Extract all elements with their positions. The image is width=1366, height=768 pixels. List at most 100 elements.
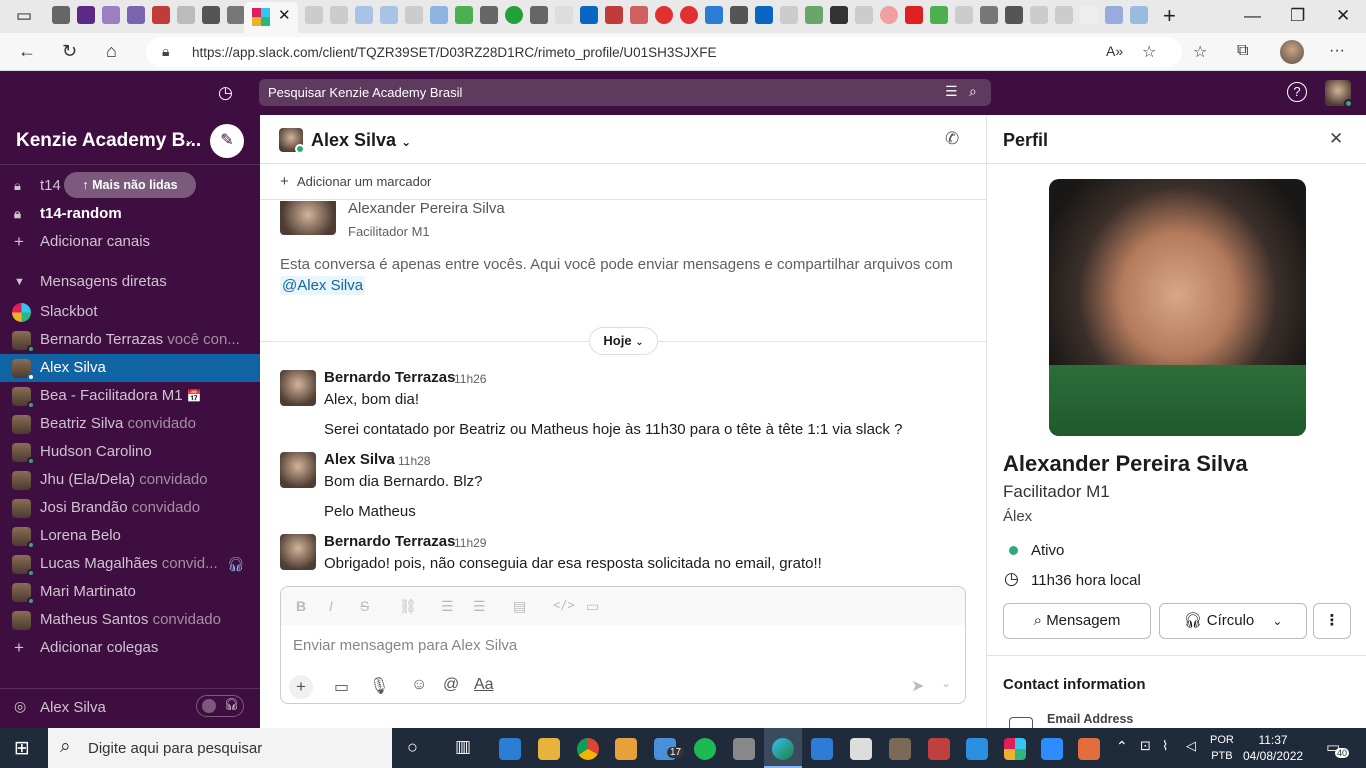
sidebar-item-t14-random[interactable]: 🔒︎ t14-random <box>0 200 260 228</box>
tray-wifi-icon[interactable]: ⌇ <box>1162 738 1168 754</box>
tab-favicon[interactable] <box>1055 6 1073 24</box>
tab-favicon[interactable] <box>127 6 145 24</box>
tab-favicon[interactable] <box>1005 6 1023 24</box>
cortana-icon[interactable]: ○ <box>407 737 418 758</box>
tab-favicon[interactable] <box>405 6 423 24</box>
tab-favicon[interactable] <box>227 6 245 24</box>
message-author[interactable]: Bernardo Terrazas <box>324 369 455 386</box>
language-indicator[interactable]: POR PTB <box>1210 732 1234 764</box>
add-favorite-icon[interactable]: ☆ <box>1142 42 1156 62</box>
dm-item[interactable]: Hudson Carolino <box>0 438 260 466</box>
search-input[interactable]: Pesquisar Kenzie Academy Brasil ☰ ⌕ <box>259 79 991 106</box>
emoji-icon[interactable]: ☺ <box>411 676 427 694</box>
collections-icon[interactable]: ⧉ <box>1237 42 1248 60</box>
strikethrough-icon[interactable]: S <box>360 598 369 614</box>
tab-favicon[interactable] <box>705 6 723 24</box>
tab-favicon[interactable] <box>430 6 448 24</box>
dm-item[interactable]: Matheus Santos convidado <box>0 606 260 634</box>
restore-icon[interactable]: ❐ <box>1290 4 1305 28</box>
tab-favicon[interactable] <box>102 6 120 24</box>
close-tab-icon[interactable]: ✕ <box>278 6 291 24</box>
plus-icon[interactable]: + <box>289 675 313 699</box>
close-icon[interactable]: ✕ <box>1329 129 1343 149</box>
more-actions-button[interactable]: ⋮ <box>1313 603 1351 639</box>
new-tab-icon[interactable]: + <box>1163 4 1176 28</box>
more-menu-icon[interactable]: ··· <box>1329 42 1345 60</box>
huddle-toggle[interactable]: 🎧︎ <box>196 695 244 717</box>
tab-favicon[interactable] <box>1105 6 1123 24</box>
chevron-down-icon[interactable]: ⌄ <box>184 132 195 148</box>
italic-icon[interactable]: I <box>329 598 333 614</box>
tab-favicon[interactable] <box>77 6 95 24</box>
tab-favicon[interactable] <box>855 6 873 24</box>
avatar[interactable] <box>280 534 316 570</box>
tab-favicon[interactable] <box>455 6 473 24</box>
tab-favicon[interactable] <box>152 6 170 24</box>
bullet-list-icon[interactable]: ☰ <box>473 598 486 615</box>
tab-favicon[interactable] <box>605 6 623 24</box>
calculator-icon[interactable] <box>733 738 755 760</box>
message-time[interactable]: 11h28 <box>398 454 430 468</box>
channel-title[interactable]: Alex Silva ⌄ <box>311 130 411 151</box>
filter-icon[interactable]: ☰ <box>945 83 958 100</box>
app-icon[interactable] <box>889 738 911 760</box>
active-tab[interactable]: ✕ <box>244 2 298 33</box>
read-aloud-icon[interactable]: A» <box>1106 43 1123 59</box>
edge-icon[interactable] <box>772 738 794 760</box>
message-composer[interactable]: B I S ⛓︎ ☰ ☰ ▤ </> ▭ Enviar mensagem par… <box>280 586 966 704</box>
tab-favicon[interactable] <box>330 6 348 24</box>
user-mention[interactable]: @Alex Silva <box>280 276 366 295</box>
message-author[interactable]: Bernardo Terrazas <box>324 533 455 550</box>
more-unread-button[interactable]: ↑ Mais não lidas <box>64 172 196 198</box>
date-divider-button[interactable]: Hoje ⌄ <box>589 327 658 355</box>
dm-item[interactable]: Slackbot <box>0 298 260 326</box>
slack-icon[interactable] <box>1004 738 1026 760</box>
tab-favicon[interactable] <box>630 6 648 24</box>
app-icon[interactable] <box>1078 738 1100 760</box>
help-icon[interactable]: ? <box>1287 82 1307 102</box>
mention-icon[interactable]: @ <box>443 676 459 694</box>
tab-favicon[interactable] <box>177 6 195 24</box>
huddle-button[interactable]: 🎧︎ Círculo ⌄ <box>1159 603 1307 639</box>
tab-favicon[interactable] <box>755 6 773 24</box>
tab-favicon[interactable] <box>480 6 498 24</box>
tray-network-icon[interactable]: ⊡ <box>1140 738 1151 754</box>
microphone-icon[interactable]: 🎙︎ <box>369 676 389 696</box>
tab-favicon[interactable] <box>880 6 898 24</box>
minimize-icon[interactable]: — <box>1244 4 1261 28</box>
dm-item[interactable]: Lorena Belo <box>0 522 260 550</box>
message-button[interactable]: ⌕ Mensagem <box>1003 603 1151 639</box>
vscode-icon[interactable] <box>966 738 988 760</box>
video-icon[interactable]: ▭ <box>334 677 349 697</box>
tab-favicon[interactable] <box>555 6 573 24</box>
tab-favicon[interactable] <box>805 6 823 24</box>
refresh-icon[interactable]: ↻ <box>62 41 77 62</box>
tab-favicon[interactable] <box>355 6 373 24</box>
browser-profile-avatar[interactable] <box>1280 40 1304 64</box>
intro-name[interactable]: Alexander Pereira Silva <box>348 200 505 217</box>
back-icon[interactable]: ← <box>18 41 36 62</box>
tab-favicon[interactable] <box>52 6 70 24</box>
tab-favicon[interactable] <box>505 6 523 24</box>
address-bar[interactable]: 🔒︎ https://app.slack.com/client/TQZR39SE… <box>146 37 1182 67</box>
tab-favicon[interactable] <box>530 6 548 24</box>
windows-start-icon[interactable]: ⊞ <box>14 737 30 760</box>
history-icon[interactable]: ◷ <box>218 83 233 103</box>
tab-favicon[interactable] <box>1130 6 1148 24</box>
add-colleagues-button[interactable]: + Adicionar colegas <box>0 634 260 662</box>
store-icon[interactable] <box>499 738 521 760</box>
security-icon[interactable] <box>850 738 872 760</box>
tab-favicon[interactable] <box>830 6 848 24</box>
tab-favicon[interactable] <box>680 6 698 24</box>
favorites-icon[interactable]: ☆ <box>1193 42 1207 62</box>
task-view-icon[interactable]: ▥ <box>455 737 471 757</box>
tab-favicon[interactable] <box>930 6 948 24</box>
home-icon[interactable]: ⌂ <box>106 41 117 62</box>
link-icon[interactable]: ⛓︎ <box>399 598 417 615</box>
spotify-icon[interactable] <box>694 738 716 760</box>
chevron-down-icon[interactable]: ⌄ <box>941 676 951 690</box>
dm-section-header[interactable]: ▼ Mensagens diretas <box>0 268 260 296</box>
close-window-icon[interactable]: ✕ <box>1336 4 1350 28</box>
tab-favicon[interactable] <box>780 6 798 24</box>
dm-item[interactable]: Bea - Facilitadora M1 📅 <box>0 382 260 410</box>
